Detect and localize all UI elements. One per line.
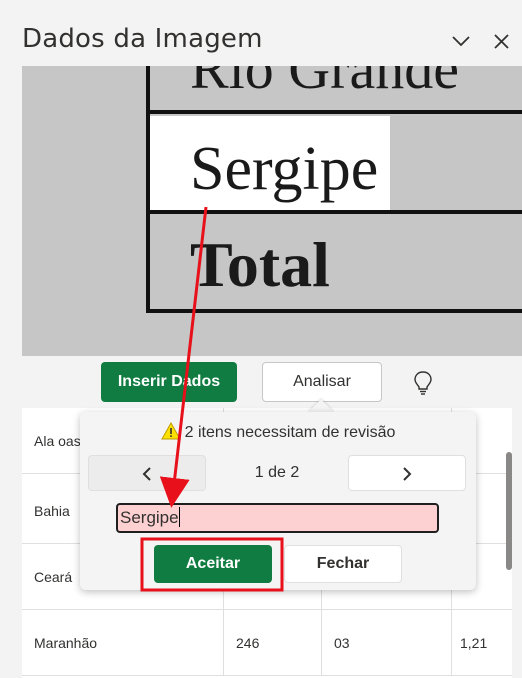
image-data-pane: Dados da Imagem Rio Grande Sergipe Total…: [0, 0, 522, 678]
pane-header: Dados da Imagem: [0, 0, 522, 66]
previous-item-button[interactable]: [88, 455, 206, 491]
table-row[interactable]: Maranhão 246 03 1,21: [22, 610, 512, 676]
table-cell[interactable]: 03: [322, 610, 452, 676]
lightbulb-icon[interactable]: [412, 370, 434, 396]
review-message-row: 2 itens necessitam de revisão: [80, 421, 476, 442]
correction-input[interactable]: Sergipe: [116, 503, 439, 533]
scanned-table-image: Rio Grande Sergipe Total: [22, 66, 522, 356]
table-cell[interactable]: 1,21: [452, 610, 512, 676]
action-toolbar: Inserir Dados Analisar: [22, 356, 522, 408]
next-item-button[interactable]: [348, 455, 466, 491]
image-preview: Rio Grande Sergipe Total: [22, 66, 522, 356]
review-popup: 2 itens necessitam de revisão 1 de 2 Ser…: [80, 412, 476, 590]
chevron-left-icon: [142, 467, 151, 481]
warning-icon: [160, 421, 181, 440]
close-icon[interactable]: [489, 28, 515, 54]
pane-title: Dados da Imagem: [22, 24, 263, 54]
table-cell[interactable]: 246: [224, 610, 322, 676]
scan-row-bottom-text: Total: [190, 229, 330, 300]
correction-input-value: Sergipe: [120, 508, 179, 527]
table-cell[interactable]: Maranhão: [22, 610, 224, 676]
scan-row-top-text: Rio Grande: [190, 66, 459, 101]
insert-data-button[interactable]: Inserir Dados: [101, 362, 237, 402]
close-popup-button[interactable]: Fechar: [284, 545, 402, 583]
text-caret: [178, 507, 180, 527]
analyze-button[interactable]: Analisar: [262, 362, 382, 402]
vertical-scrollbar[interactable]: [506, 452, 512, 570]
scan-row-selected-text: Sergipe: [190, 135, 378, 203]
review-message: 2 itens necessitam de revisão: [184, 424, 396, 441]
chevron-right-icon: [403, 467, 412, 481]
accept-button[interactable]: Aceitar: [154, 545, 272, 583]
item-counter: 1 de 2: [254, 464, 300, 481]
chevron-down-icon[interactable]: [448, 28, 474, 54]
